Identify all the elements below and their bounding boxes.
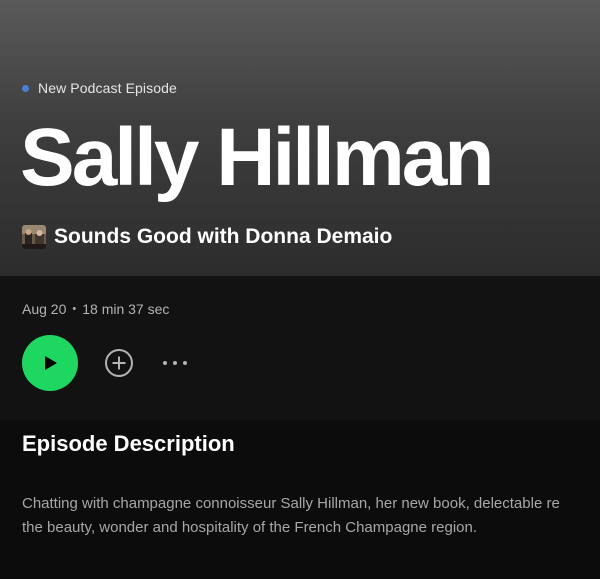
- episode-controls: [22, 335, 192, 391]
- new-episode-badge: New Podcast Episode: [22, 80, 177, 96]
- description-text: Chatting with champagne connoisseur Sall…: [22, 492, 600, 540]
- show-link[interactable]: Sounds Good with Donna Demaio: [22, 225, 392, 249]
- meta-separator: •: [72, 303, 77, 315]
- show-artwork: [22, 225, 46, 249]
- play-button[interactable]: [22, 335, 78, 391]
- more-options-button[interactable]: [158, 347, 192, 379]
- add-to-library-button[interactable]: [103, 347, 135, 379]
- play-icon: [45, 356, 57, 370]
- description-line: Chatting with champagne connoisseur Sall…: [22, 495, 560, 512]
- add-circle-icon: [105, 349, 133, 377]
- episode-title: Sally Hillman: [20, 112, 494, 203]
- badge-dot-icon: [22, 84, 29, 92]
- description-line: the beauty, wonder and hospitality of th…: [22, 519, 478, 536]
- episode-date: Aug 20: [22, 301, 67, 317]
- episode-meta: Aug 20 • 18 min 37 sec: [22, 301, 169, 317]
- show-name: Sounds Good with Donna Demaio: [54, 225, 393, 248]
- more-horizontal-icon: [163, 361, 187, 365]
- episode-page: New Podcast Episode Sally Hillman Sounds…: [0, 0, 600, 579]
- badge-label: New Podcast Episode: [38, 80, 177, 96]
- episode-duration: 18 min 37 sec: [82, 301, 170, 317]
- description-heading: Episode Description: [22, 431, 235, 456]
